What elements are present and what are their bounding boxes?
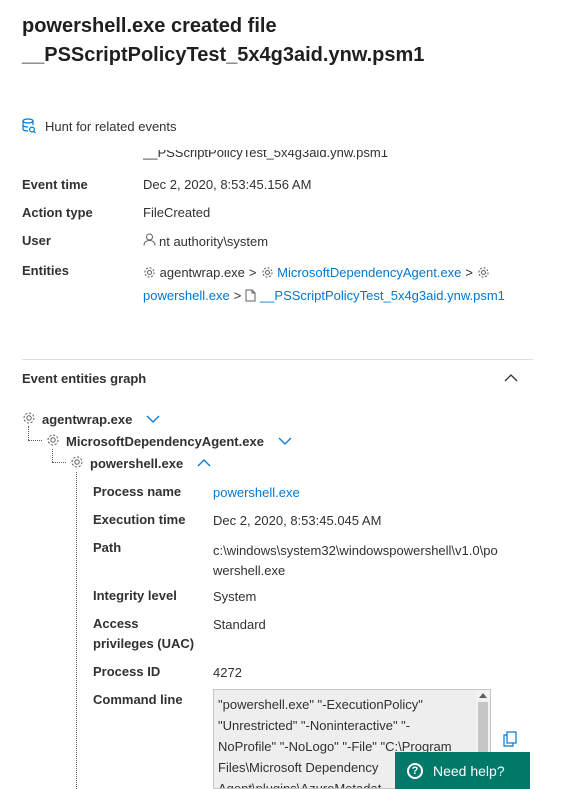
command-line-text: "Unrestricted" "-Noninteractive" "-: [218, 718, 411, 733]
execution-time-label: Execution time: [93, 512, 186, 527]
gear-icon: [46, 433, 60, 450]
chevron-up-icon[interactable]: [197, 456, 211, 471]
tree-connector: [52, 449, 53, 462]
page-title: powershell.exe created file __PSScriptPo…: [22, 12, 542, 70]
access-privileges-value: Standard: [213, 617, 266, 632]
graph-node-label: powershell.exe: [90, 456, 184, 471]
integrity-level-value: System: [213, 589, 257, 604]
section-divider: [22, 359, 533, 360]
integrity-level-label: Integrity level: [93, 588, 177, 603]
file-icon: [245, 287, 256, 308]
entity-powershell-link[interactable]: powershell.exe: [143, 288, 230, 303]
graph-node-agentwrap[interactable]: agentwrap.exe: [22, 411, 160, 428]
process-name-label: Process name: [93, 484, 182, 499]
user-label: User: [22, 233, 51, 248]
tree-connector: [76, 472, 77, 789]
entities-chain: agentwrap.exe > MicrosoftDependencyAgent.…: [143, 262, 543, 308]
gear-icon: [143, 264, 156, 285]
access-privileges-label: Access privileges (UAC): [93, 614, 194, 654]
path-value: c:\windows\system32\windowspowershell\v1…: [213, 541, 498, 581]
action-type-value: FileCreated: [143, 205, 211, 220]
execution-time-value: Dec 2, 2020, 8:53:45.045 AM: [213, 513, 382, 528]
scroll-up-arrow[interactable]: [479, 693, 487, 698]
event-time-label: Event time: [22, 177, 88, 192]
access-label-line-2: privileges (UAC): [93, 636, 195, 651]
process-id-label: Process ID: [93, 664, 161, 679]
need-help-label: Need help?: [433, 762, 505, 779]
command-line-label: Command line: [93, 692, 183, 707]
copy-command-line-button[interactable]: [503, 731, 517, 750]
path-line-1: c:\windows\system32\windowspowershell\v1…: [213, 543, 498, 558]
user-name: nt authority\system: [159, 233, 269, 249]
page-title-line-2: __PSScriptPolicyTest_5x4g3aid.ynw.psm1: [22, 44, 425, 66]
collapse-graph-button[interactable]: [503, 370, 519, 389]
hunt-related-events-button[interactable]: Hunt for related events: [22, 118, 177, 134]
tree-connector: [28, 426, 29, 440]
copy-icon: [503, 731, 517, 750]
need-help-button[interactable]: ? Need help?: [395, 752, 530, 789]
entity-file-link[interactable]: __PSScriptPolicyTest_5x4g3aid.ynw.psm1: [260, 288, 505, 303]
user-icon: [143, 233, 156, 249]
graph-node-label: agentwrap.exe: [42, 412, 133, 427]
hunt-label: Hunt for related events: [45, 118, 177, 134]
entity-agentwrap: agentwrap.exe: [159, 265, 245, 280]
database-icon: [22, 118, 36, 134]
user-value: nt authority\system: [143, 233, 268, 249]
gear-icon: [477, 264, 490, 285]
page-title-line-1: powershell.exe created file: [22, 15, 277, 37]
gear-icon: [22, 411, 36, 428]
gear-icon: [70, 455, 84, 472]
entity-dependency-agent-link[interactable]: MicrosoftDependencyAgent.exe: [277, 265, 461, 280]
tree-connector: [28, 440, 42, 441]
process-name-link[interactable]: powershell.exe: [213, 485, 300, 500]
command-line-text: "powershell.exe" "-ExecutionPolicy": [218, 697, 423, 712]
gear-icon: [261, 264, 274, 285]
process-id-value: 4272: [213, 665, 242, 680]
entity-separator: >: [233, 288, 242, 303]
truncated-file-name: __PSScriptPolicyTest_5x4g3aid.ynw.psm1: [143, 150, 388, 160]
event-time-value: Dec 2, 2020, 8:53:45.156 AM: [143, 177, 312, 192]
entity-separator: >: [465, 265, 473, 280]
chevron-down-icon[interactable]: [278, 434, 292, 449]
path-line-2: wershell.exe: [213, 563, 286, 578]
graph-node-dependency-agent[interactable]: MicrosoftDependencyAgent.exe: [46, 433, 292, 450]
access-label-line-1: Access: [93, 616, 139, 631]
tree-connector: [52, 462, 66, 463]
entity-separator: >: [248, 265, 257, 280]
graph-node-label: MicrosoftDependencyAgent.exe: [66, 434, 264, 449]
action-type-label: Action type: [22, 205, 93, 220]
path-label: Path: [93, 540, 122, 555]
chevron-down-icon[interactable]: [146, 412, 160, 427]
graph-title: Event entities graph: [22, 371, 147, 386]
graph-node-powershell[interactable]: powershell.exe: [70, 455, 211, 472]
chevron-up-icon: [503, 374, 519, 389]
entities-label: Entities: [22, 263, 69, 278]
question-icon: ?: [407, 762, 423, 779]
